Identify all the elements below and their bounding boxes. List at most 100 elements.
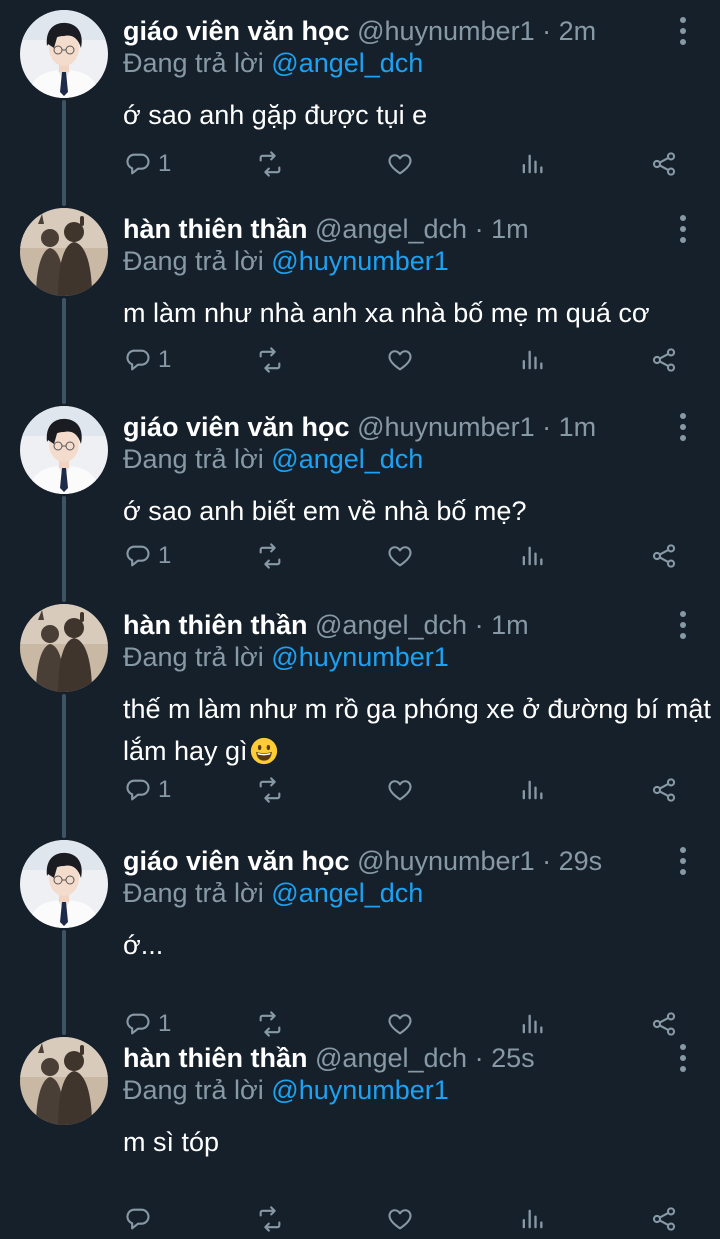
replying-to-label: Đang trả lời <box>123 48 264 78</box>
user-handle[interactable]: @angel_dch <box>315 214 467 244</box>
analytics-button[interactable] <box>518 144 546 184</box>
replying-to-link[interactable]: @angel_dch <box>271 48 423 78</box>
retweet-button[interactable] <box>256 536 284 576</box>
timestamp[interactable]: 1m <box>559 412 597 442</box>
avatar[interactable] <box>20 406 108 494</box>
like-button[interactable] <box>386 536 414 576</box>
like-button[interactable] <box>386 340 414 380</box>
analytics-button[interactable] <box>518 1199 546 1239</box>
display-name[interactable]: hàn thiên thần <box>123 214 308 244</box>
tweet[interactable]: hàn thiên thần @angel_dch · 1m Đang trả l… <box>0 198 720 404</box>
replying-to-link[interactable]: @angel_dch <box>271 878 423 908</box>
replying-to-label: Đang trả lời <box>123 444 264 474</box>
display-name[interactable]: giáo viên văn học <box>123 412 350 442</box>
reply-button[interactable]: 1 <box>124 340 171 380</box>
user-handle[interactable]: @huynumber1 <box>357 16 535 46</box>
reply-button[interactable]: 1 <box>124 144 171 184</box>
reply-button[interactable]: 1 <box>124 770 171 810</box>
tweet-text: ớ sao anh biết em về nhà bố mẹ? <box>123 490 713 532</box>
analytics-button[interactable] <box>518 340 546 380</box>
display-name[interactable]: hàn thiên thần <box>123 1043 308 1073</box>
avatar[interactable] <box>20 1037 108 1125</box>
user-handle[interactable]: @huynumber1 <box>357 846 535 876</box>
share-icon <box>650 776 678 804</box>
timestamp[interactable]: 1m <box>491 610 529 640</box>
retweet-icon <box>256 776 284 804</box>
separator-dot: · <box>474 610 484 640</box>
retweet-button[interactable] <box>256 770 284 810</box>
tweet-text-content: ớ sao anh gặp được tụi e <box>123 100 428 130</box>
timestamp[interactable]: 1m <box>491 214 529 244</box>
replying-to: Đang trả lời @huynumber1 <box>123 244 449 278</box>
replying-to-link[interactable]: @huynumber1 <box>271 1075 449 1105</box>
tweet-header: giáo viên văn học @huynumber1 · 1m <box>123 410 660 444</box>
replying-to: Đang trả lời @huynumber1 <box>123 640 449 674</box>
separator-dot: · <box>474 1043 484 1073</box>
share-button[interactable] <box>650 1199 678 1239</box>
tweet[interactable]: hàn thiên thần @angel_dch · 25s Đang trả … <box>0 1027 720 1232</box>
analytics-button[interactable] <box>518 536 546 576</box>
replying-to-link[interactable]: @huynumber1 <box>271 246 449 276</box>
user-handle[interactable]: @angel_dch <box>315 610 467 640</box>
analytics-button[interactable] <box>518 770 546 810</box>
share-button[interactable] <box>650 536 678 576</box>
share-icon <box>650 346 678 374</box>
analytics-icon <box>518 346 546 374</box>
more-options-button[interactable] <box>674 16 692 46</box>
more-vertical-icon <box>674 413 692 446</box>
tweet-header: hàn thiên thần @angel_dch · 1m <box>123 212 660 246</box>
more-vertical-icon <box>674 611 692 644</box>
tweet-text: thế m làm như m rồ ga phóng xe ở đường b… <box>123 688 713 772</box>
separator-dot: · <box>474 214 484 244</box>
tweet-text: m làm như nhà anh xa nhà bố mẹ m quá cơ <box>123 292 713 334</box>
tweet[interactable]: giáo viên văn học @huynumber1 · 29s Đang … <box>0 830 720 1037</box>
replying-to-link[interactable]: @huynumber1 <box>271 642 449 672</box>
retweet-icon <box>256 542 284 570</box>
more-options-button[interactable] <box>674 610 692 640</box>
avatar[interactable] <box>20 604 108 692</box>
reply-button[interactable] <box>124 1199 152 1239</box>
tweet-actions: 1 <box>0 340 720 380</box>
reply-button[interactable]: 1 <box>124 536 171 576</box>
like-button[interactable] <box>386 1199 414 1239</box>
reply-icon <box>124 542 152 570</box>
tweet[interactable]: giáo viên văn học @huynumber1 · 1m Đang t… <box>0 396 720 602</box>
more-options-button[interactable] <box>674 214 692 244</box>
retweet-button[interactable] <box>256 340 284 380</box>
user-handle[interactable]: @huynumber1 <box>357 412 535 442</box>
like-button[interactable] <box>386 770 414 810</box>
tweet[interactable]: giáo viên văn học @huynumber1 · 2m Đang t… <box>0 0 720 206</box>
display-name[interactable]: giáo viên văn học <box>123 846 350 876</box>
replying-to: Đang trả lời @angel_dch <box>123 876 423 910</box>
display-name[interactable]: hàn thiên thần <box>123 610 308 640</box>
retweet-button[interactable] <box>256 144 284 184</box>
share-button[interactable] <box>650 144 678 184</box>
tweet-actions <box>0 1199 720 1239</box>
analytics-icon <box>518 776 546 804</box>
tweet[interactable]: hàn thiên thần @angel_dch · 1m Đang trả l… <box>0 594 720 838</box>
reply-thread: giáo viên văn học @huynumber1 · 2m Đang t… <box>0 0 720 1232</box>
timestamp[interactable]: 2m <box>559 16 597 46</box>
share-button[interactable] <box>650 770 678 810</box>
replying-to-link[interactable]: @angel_dch <box>271 444 423 474</box>
retweet-button[interactable] <box>256 1199 284 1239</box>
tweet-text: ớ... <box>123 924 713 966</box>
avatar[interactable] <box>20 10 108 98</box>
timestamp[interactable]: 25s <box>491 1043 535 1073</box>
tweet-actions: 1 <box>0 144 720 184</box>
like-button[interactable] <box>386 144 414 184</box>
more-options-button[interactable] <box>674 846 692 876</box>
replying-to-label: Đang trả lời <box>123 246 264 276</box>
replying-to-label: Đang trả lời <box>123 878 264 908</box>
more-options-button[interactable] <box>674 412 692 442</box>
timestamp[interactable]: 29s <box>559 846 603 876</box>
avatar[interactable] <box>20 840 108 928</box>
more-options-button[interactable] <box>674 1043 692 1073</box>
replying-to: Đang trả lời @huynumber1 <box>123 1073 449 1107</box>
retweet-icon <box>256 346 284 374</box>
share-button[interactable] <box>650 340 678 380</box>
user-handle[interactable]: @angel_dch <box>315 1043 467 1073</box>
separator-dot: · <box>542 846 552 876</box>
display-name[interactable]: giáo viên văn học <box>123 16 350 46</box>
avatar[interactable] <box>20 208 108 296</box>
